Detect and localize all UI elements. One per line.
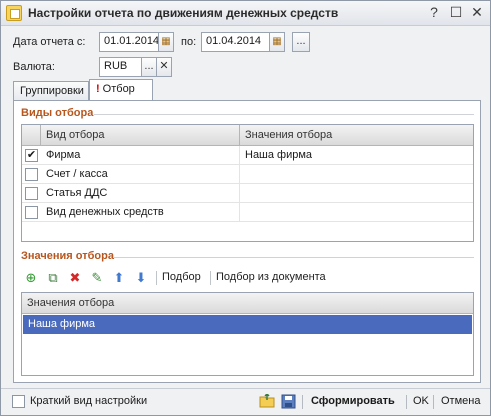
currency-field[interactable]: RUB — [99, 57, 142, 77]
tab-groupings-label: Группировки — [20, 85, 84, 97]
table-row[interactable]: ✔ Фирма Наша фирма — [22, 146, 473, 165]
delete-icon[interactable]: ✖ — [67, 270, 83, 286]
period-select-button[interactable]: ... — [292, 32, 310, 52]
tab-filter[interactable]: ! Отбор — [89, 79, 153, 101]
filter-type-name: Фирма — [41, 146, 240, 165]
filter-types-table[interactable]: Вид отбора Значения отбора ✔ Фирма Наша … — [21, 124, 474, 242]
filter-type-value[interactable] — [240, 184, 473, 203]
calendar-icon[interactable]: ▦ — [158, 32, 174, 52]
row-checkbox[interactable] — [25, 168, 38, 181]
copy-icon[interactable]: ⧉ — [45, 270, 61, 286]
date-to-label: по: — [181, 36, 197, 48]
date-from-label: Дата отчета с: — [13, 36, 86, 48]
filter-values-toolbar: ⊕ ⧉ ✖ ✎ ⬆ ⬇ Подбор Подбор из документа — [23, 270, 473, 288]
column-header-filter-type: Вид отбора — [41, 125, 240, 145]
row-checkbox[interactable] — [25, 206, 38, 219]
filter-type-name: Статья ДДС — [41, 184, 240, 203]
title-bar: Настройки отчета по движениям денежных с… — [1, 1, 490, 26]
cancel-button[interactable]: Отмена — [441, 395, 480, 407]
currency-label: Валюта: — [13, 61, 55, 73]
close-button[interactable]: ✕ — [468, 4, 486, 22]
pick-button[interactable]: Подбор — [162, 271, 201, 283]
table-row[interactable]: Статья ДДС — [22, 184, 473, 203]
currency-clear-button[interactable]: ✕ — [156, 57, 172, 77]
generate-button[interactable]: Сформировать — [311, 395, 395, 407]
table-row[interactable]: Вид денежных средств — [22, 203, 473, 222]
filter-type-name: Вид денежных средств — [41, 203, 240, 222]
filter-type-name: Счет / касса — [41, 165, 240, 184]
folder-icon[interactable] — [259, 392, 275, 408]
row-checkbox[interactable]: ✔ — [25, 149, 38, 162]
calendar-icon[interactable]: ▦ — [269, 32, 285, 52]
tab-filter-label: Отбор — [102, 83, 135, 95]
warning-icon: ! — [96, 83, 100, 95]
ok-button[interactable]: OK — [413, 395, 429, 407]
pick-from-document-button[interactable]: Подбор из документа — [216, 271, 326, 283]
column-header-filter-value: Значения отбора — [245, 129, 333, 141]
column-header-values: Значения отбора — [27, 297, 115, 309]
currency-select-button[interactable]: ... — [141, 57, 157, 77]
table-row-selected[interactable]: Наша фирма — [23, 315, 472, 334]
table-header: Значения отбора — [22, 293, 473, 314]
filter-type-value[interactable]: Наша фирма — [240, 146, 473, 165]
help-button[interactable]: ? — [425, 4, 443, 22]
pencil-icon[interactable]: ✎ — [89, 270, 105, 286]
section-divider — [94, 114, 474, 115]
toolbar-separator — [156, 271, 157, 285]
settings-window: Настройки отчета по движениям денежных с… — [0, 0, 491, 416]
footer-separator — [433, 395, 434, 409]
check-column-header — [22, 125, 41, 145]
filter-values-title: Значения отбора — [21, 250, 114, 262]
footer-separator — [302, 395, 303, 409]
filter-values-table[interactable]: Значения отбора Наша фирма — [21, 292, 474, 376]
section-divider — [114, 257, 474, 258]
date-to-field[interactable]: 01.04.2014 — [201, 32, 270, 52]
arrow-up-icon[interactable]: ⬆ — [111, 270, 127, 286]
short-view-label: Краткий вид настройки — [30, 395, 148, 407]
footer-divider — [1, 388, 490, 389]
maximize-button[interactable]: ☐ — [447, 4, 465, 22]
toolbar-separator — [210, 271, 211, 285]
row-checkbox[interactable] — [25, 187, 38, 200]
table-header: Вид отбора Значения отбора — [22, 125, 473, 146]
footer-separator — [406, 395, 407, 409]
filter-type-value[interactable] — [240, 165, 473, 184]
window-title: Настройки отчета по движениям денежных с… — [28, 6, 339, 20]
add-icon[interactable]: ⊕ — [23, 270, 39, 286]
report-icon — [6, 5, 22, 21]
save-icon[interactable] — [281, 394, 296, 409]
filter-type-value[interactable] — [240, 203, 473, 222]
table-row[interactable]: Счет / касса — [22, 165, 473, 184]
short-view-checkbox[interactable] — [12, 395, 25, 408]
filter-panel: Виды отбора Вид отбора Значения отбора ✔… — [13, 100, 481, 383]
filter-types-title: Виды отбора — [21, 107, 94, 119]
date-from-field[interactable]: 01.01.2014 — [99, 32, 159, 52]
tab-groupings[interactable]: Группировки — [13, 81, 89, 101]
arrow-down-icon[interactable]: ⬇ — [133, 270, 149, 286]
